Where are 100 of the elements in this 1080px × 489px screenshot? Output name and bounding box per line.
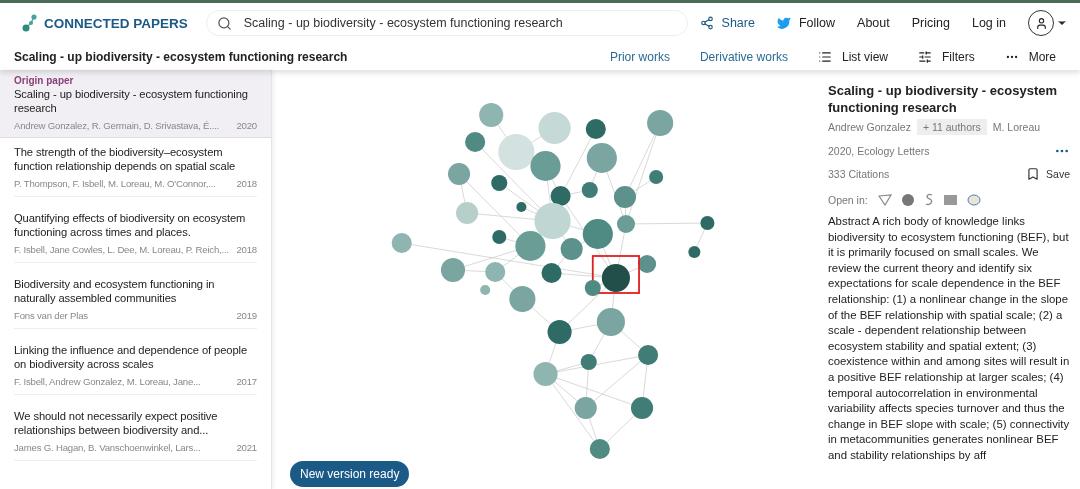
paper-authors: Fons van der Plas	[14, 310, 88, 321]
graph-node[interactable]	[456, 202, 479, 224]
graph-node[interactable]	[491, 175, 508, 191]
paper-item[interactable]: Origin paper Scaling - up biodiversity - ecosystem functioning research Andrew Gonzalez, R. Germain, D. Srivastava, É.... 2020	[0, 70, 271, 138]
graph-node[interactable]	[581, 182, 598, 198]
graph-node[interactable]	[391, 233, 412, 253]
bookmark-icon	[1026, 167, 1041, 181]
abstract-text: Abstract A rich body of knowledge links biodiversity to ecosystem functioning (BEF), but it is primarily focused on small scales. We review the current theory and identify six expectations for scale dependence in the BEF relationship: (1) a nonlinear change in the slope of the BEF relationship with spatial scale; (2) a scale - dependent relationship between ecosystem stability and spatial extent; (3) coexistence within and among sites will result in a positive BEF relationship at larger scales; (4) temporal autocorrelation in environmental variability affects species turnover and thus the change in BEF slope with scale; (5) connectivity in metacommunities generates nonlinear BEF and stability relationships by aff	[828, 214, 1070, 463]
graph-node[interactable]	[586, 143, 617, 173]
paper-item[interactable]: Biodiversity and ecosystem functioning in naturally assembled communities Fons van der Plas 2019	[0, 270, 271, 336]
paper-title: Quantifying effects of biodiversity on ecosystem functioning across times and places.	[14, 212, 247, 239]
paper-title: Scaling - up biodiversity - ecosystem functioning research	[14, 49, 348, 64]
open-in-label: Open in:	[828, 193, 868, 206]
paper-item[interactable]: The strength of the biodiversity–ecosystem function relationship depends on spatial scale P. Thompson, F. Isbell, M. Loreau, M. O'Connor,... 2018	[0, 138, 271, 204]
paper-year: 2018	[236, 244, 257, 255]
nav-link[interactable]: Share	[699, 16, 755, 30]
paper-authors: F. Isbell, Andrew Gonzalez, M. Loreau, Jane...	[14, 376, 201, 387]
more-authors-chip[interactable]: + 11 authors	[916, 119, 987, 135]
bird-icon	[776, 16, 791, 30]
search-icon	[216, 15, 232, 31]
graph-node[interactable]	[480, 285, 491, 295]
graph-node[interactable]	[550, 186, 571, 206]
paper-year: 2021	[236, 442, 257, 453]
graph-node[interactable]	[700, 216, 715, 230]
paper-authors: F. Isbell, Jane Cowles, L. Dee, M. Loreau, P. Reich,...	[14, 244, 229, 255]
save-button[interactable]: Save	[1026, 167, 1070, 181]
graph-node[interactable]	[560, 238, 583, 260]
graph-node[interactable]	[638, 255, 657, 273]
paper-title: Linking the influence and dependence of people on biodiversity across scales	[14, 344, 249, 371]
paper-authors: James G. Hagan, B. Vanschoenwinkel, Lars...	[14, 442, 201, 453]
filters-icon	[918, 49, 932, 64]
search-input[interactable]: Scaling - up biodiversity - ecosystem functioning research	[241, 15, 677, 31]
nav-link[interactable]: Follow	[776, 16, 836, 30]
paper-title: The strength of the biodiversity–ecosystem function relationship depends on spatial scale	[14, 146, 237, 173]
new-version-button[interactable]: New version ready	[290, 461, 410, 487]
graph-node[interactable]	[533, 362, 558, 386]
logo-icon	[22, 14, 38, 32]
paper-title: We should not necessarily expect positive relationships between biodiversity and...	[14, 410, 219, 437]
logo-text: CONNECTED PAPERS	[44, 15, 188, 31]
paper-year: 2017	[236, 376, 257, 387]
nav-link[interactable]: Log in	[971, 16, 1006, 30]
graph-node[interactable]	[541, 263, 562, 283]
graph-node[interactable]	[440, 258, 466, 282]
graph-node[interactable]	[547, 320, 572, 344]
paper-title: Scaling - up biodiversity - ecosystem functioning research	[14, 88, 249, 115]
paper-authors: Andrew Gonzalez, R. Germain, D. Srivastava, É....	[14, 120, 220, 131]
graph-node[interactable]	[647, 110, 674, 136]
graph-node[interactable]	[589, 439, 610, 459]
paper-item[interactable]: We should not necessarily expect positive relationships between biodiversity and... James G. Hagan, B. Vanschoenwinkel, Lars... 2021	[0, 402, 271, 468]
shield-icon[interactable]	[877, 193, 892, 206]
share-icon	[699, 16, 714, 30]
toolbar-link[interactable]: Filters	[918, 49, 975, 64]
toolbar-link[interactable]: More	[1004, 49, 1056, 64]
graph-node[interactable]	[492, 230, 507, 244]
toolbar-link[interactable]: Prior works	[609, 49, 670, 64]
graph-node[interactable]	[649, 170, 664, 184]
toolbar-link[interactable]: Derivative works	[699, 49, 788, 64]
nav-link[interactable]: About	[857, 16, 890, 30]
venue-text: 2020, Ecology Letters	[828, 145, 930, 157]
paper-year: 2020	[236, 120, 257, 131]
swirl-icon[interactable]	[923, 193, 934, 206]
paper-authors: P. Thompson, F. Isbell, M. Loreau, M. O'Connor,...	[14, 178, 216, 189]
citation-count: 333 Citations	[828, 168, 890, 180]
paper-item[interactable]: Linking the influence and dependence of people on biodiversity across scales F. Isbell, Andrew Gonzalez, M. Loreau, Jane... 2017	[0, 336, 271, 402]
detail-title: Scaling - up biodiversity - ecosystem functioning research	[828, 82, 1058, 116]
graph-node[interactable]	[688, 246, 701, 258]
graph-node[interactable]	[516, 202, 527, 212]
globe-icon[interactable]	[966, 193, 981, 206]
graph-node[interactable]	[582, 219, 613, 249]
author-name[interactable]: Andrew Gonzalez	[828, 121, 911, 133]
paper-title: Biodiversity and ecosystem functioning in naturally assembled communities	[14, 278, 216, 305]
graph-node[interactable]	[616, 215, 635, 233]
circle-icon[interactable]	[901, 193, 914, 206]
origin-label: Origin paper	[14, 75, 75, 86]
graph-node[interactable]	[509, 286, 536, 312]
graph-node[interactable]	[613, 186, 636, 208]
graph-node[interactable]	[638, 345, 659, 365]
author-name[interactable]: M. Loreau	[992, 121, 1041, 133]
graph-node[interactable]	[585, 119, 606, 139]
graph-node[interactable]	[485, 262, 506, 282]
graph-node[interactable]	[631, 397, 654, 419]
graph-node[interactable]	[574, 397, 597, 419]
graph-node[interactable]	[515, 231, 546, 261]
graph-node[interactable]	[530, 151, 561, 181]
graph-node[interactable]	[479, 103, 504, 127]
graph-node[interactable]	[534, 203, 571, 239]
graph-node[interactable]	[596, 308, 625, 336]
graph-node[interactable]	[538, 112, 571, 144]
graph-node[interactable]	[584, 280, 601, 296]
graph-node[interactable]	[601, 264, 630, 292]
graph-node[interactable]	[580, 354, 597, 370]
paper-item[interactable]: Quantifying effects of biodiversity on ecosystem functioning across times and places. F. Isbell, Jane Cowles, L. Dee, M. Loreau, P. Reich,... 2018	[0, 204, 271, 270]
graph-node[interactable]	[448, 163, 471, 185]
book-icon[interactable]	[943, 193, 957, 206]
nav-link[interactable]: Pricing	[911, 16, 950, 30]
graph-node[interactable]	[498, 134, 535, 170]
paper-year: 2019	[236, 310, 257, 321]
toolbar-link[interactable]: List view	[817, 49, 888, 64]
graph-node[interactable]	[465, 132, 486, 152]
list-icon	[817, 49, 832, 64]
